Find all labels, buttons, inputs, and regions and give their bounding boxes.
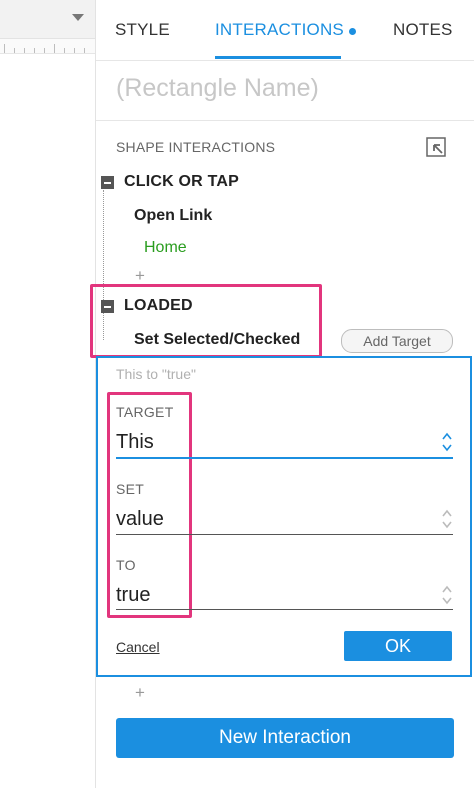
- tab-notes[interactable]: NOTES: [393, 20, 453, 40]
- cancel-link[interactable]: Cancel: [116, 639, 160, 655]
- new-interaction-button[interactable]: New Interaction: [116, 718, 454, 758]
- divider: [96, 120, 474, 121]
- field-label: SET: [116, 481, 145, 497]
- field-label: TARGET: [116, 404, 174, 420]
- select-stepper-icon[interactable]: [441, 584, 453, 606]
- section-title: SHAPE INTERACTIONS: [116, 139, 276, 155]
- active-tab-underline: [215, 56, 341, 59]
- canvas-area[interactable]: [0, 0, 96, 788]
- add-action-icon[interactable]: +: [135, 683, 145, 703]
- inspector-panel: STYLE INTERACTIONS NOTES (Rectangle Name…: [90, 0, 474, 788]
- ruler: [0, 39, 95, 54]
- canvas-toolbar: [0, 0, 95, 39]
- action-label[interactable]: Set Selected/Checked: [134, 331, 300, 349]
- event-title[interactable]: LOADED: [124, 297, 193, 315]
- select-stepper-icon[interactable]: [441, 431, 453, 453]
- interactions-indicator-dot: [349, 28, 356, 35]
- target-select[interactable]: This: [116, 431, 154, 454]
- field-underline: [116, 534, 453, 535]
- collapse-icon[interactable]: [101, 300, 114, 313]
- tab-style[interactable]: STYLE: [115, 20, 170, 40]
- collapse-icon[interactable]: [101, 176, 114, 189]
- select-stepper-icon[interactable]: [441, 508, 453, 530]
- add-case-icon[interactable]: +: [135, 266, 145, 286]
- action-summary: This to "true": [116, 366, 196, 382]
- set-select[interactable]: value: [116, 508, 164, 531]
- tab-bar: STYLE INTERACTIONS NOTES: [96, 0, 474, 61]
- ok-button[interactable]: OK: [344, 631, 452, 661]
- tab-interactions[interactable]: INTERACTIONS: [215, 20, 344, 40]
- expand-panel-icon[interactable]: [426, 137, 446, 157]
- to-select[interactable]: true: [116, 584, 150, 607]
- event-title[interactable]: CLICK OR TAP: [124, 173, 239, 191]
- field-underline: [116, 609, 453, 610]
- shape-name-input[interactable]: (Rectangle Name): [116, 74, 319, 103]
- link-target[interactable]: Home: [144, 239, 187, 257]
- field-label: TO: [116, 557, 136, 573]
- action-label[interactable]: Open Link: [134, 207, 212, 225]
- dropdown-caret-icon[interactable]: [72, 14, 84, 21]
- add-target-button[interactable]: Add Target: [341, 329, 453, 353]
- field-underline: [116, 457, 453, 459]
